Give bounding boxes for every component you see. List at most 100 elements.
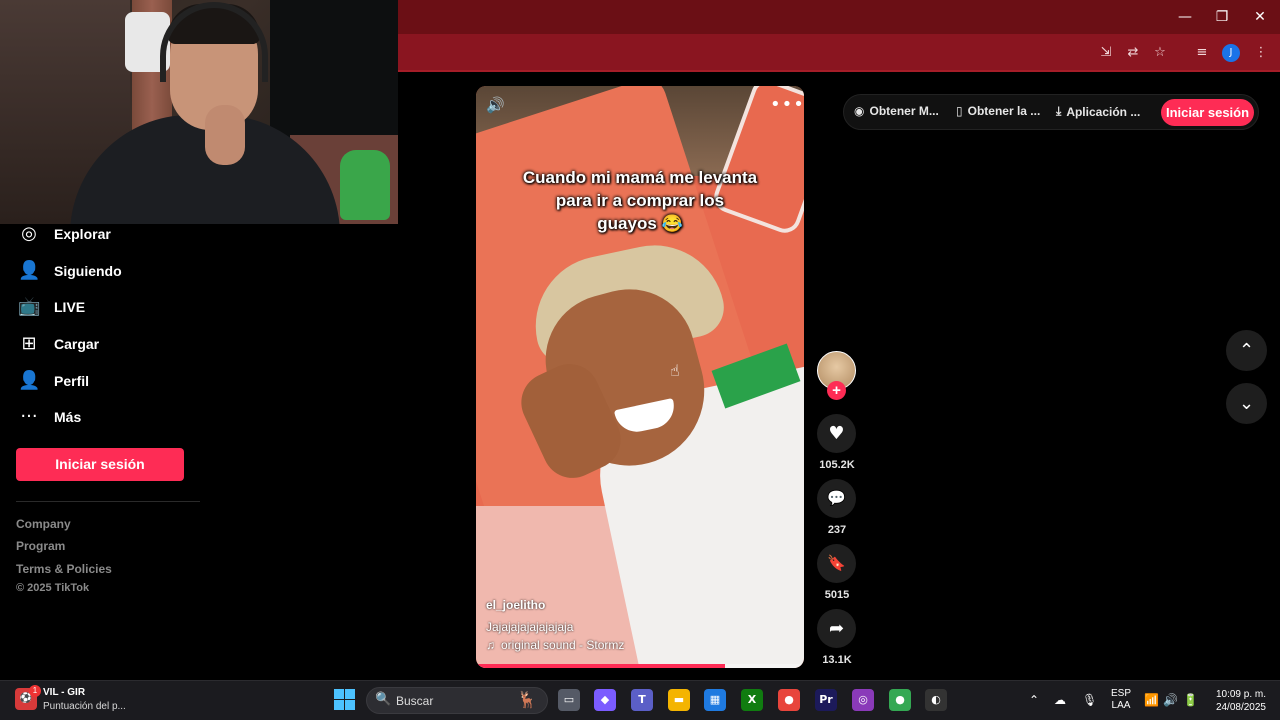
caption-line: para ir a comprar los bbox=[555, 191, 725, 210]
share-icon: ➦ bbox=[828, 618, 845, 639]
star-icon[interactable]: ☆ bbox=[1150, 44, 1170, 62]
heart-icon: ♥ bbox=[828, 423, 845, 444]
taskbar-clock[interactable]: 10:09 p. m. 24/08/2025 bbox=[1196, 688, 1266, 714]
wifi-icon[interactable]: 📶 bbox=[1144, 693, 1159, 707]
music-title: original sound - Stormz bbox=[501, 638, 625, 652]
more-dots-icon: ··· bbox=[20, 406, 38, 427]
chevron-down-icon: ⌄ bbox=[1238, 393, 1255, 414]
top-login-button[interactable]: Iniciar sesión bbox=[1161, 99, 1254, 126]
search-highlight-icon: 🦌 bbox=[517, 690, 537, 709]
store-icon[interactable]: ▦ bbox=[704, 689, 726, 711]
sound-icon[interactable]: 🔊 bbox=[486, 96, 508, 116]
comment-icon: 💬 bbox=[827, 489, 846, 507]
phone-icon: ▯ bbox=[956, 104, 963, 118]
next-video-button[interactable]: ⌄ bbox=[1226, 383, 1267, 424]
sidebar-item-label: Más bbox=[54, 409, 82, 425]
chrome-active-icon[interactable]: ● bbox=[889, 689, 911, 711]
webcam-overlay bbox=[0, 0, 398, 224]
video-progress-bar[interactable] bbox=[476, 664, 804, 668]
previous-video-button[interactable]: ⌃ bbox=[1226, 330, 1267, 371]
language-code: ESP bbox=[1110, 688, 1131, 699]
music-note-icon: ♫ bbox=[486, 638, 495, 652]
comment-count: 237 bbox=[827, 524, 847, 536]
chrome-icon[interactable]: ● bbox=[778, 689, 800, 711]
video-music[interactable]: ♫ original sound - Stormz bbox=[486, 638, 624, 652]
footer-link-program[interactable]: Program bbox=[16, 539, 65, 553]
task-view-icon[interactable]: ▭ bbox=[558, 689, 580, 711]
sidebar-item-label: LIVE bbox=[54, 299, 86, 315]
like-count: 105.2K bbox=[819, 459, 855, 471]
footer-link-terms[interactable]: Terms & Policies bbox=[16, 562, 112, 576]
copilot-icon[interactable]: ◆ bbox=[594, 689, 616, 711]
language-indicator[interactable]: ESP LAA bbox=[1110, 688, 1132, 712]
xbox-icon[interactable]: X bbox=[741, 689, 763, 711]
mouse-cursor: ☝ bbox=[670, 361, 680, 380]
file-explorer-icon[interactable]: ▬ bbox=[668, 689, 690, 711]
sidebar-item-live[interactable]: 📺 LIVE bbox=[18, 295, 85, 319]
keyboard-layout: LAA bbox=[1111, 700, 1131, 711]
premiere-icon[interactable]: Pr bbox=[815, 689, 837, 711]
sidebar-item-explorar[interactable]: ◎ Explorar bbox=[18, 222, 111, 246]
desktop-app-link[interactable]: ⤓ Aplicación ... bbox=[1056, 104, 1140, 119]
windows-start-icon[interactable] bbox=[334, 689, 356, 711]
media-control-icon[interactable]: ≡ bbox=[1192, 44, 1212, 62]
comment-button[interactable]: 💬 bbox=[817, 479, 856, 518]
minimize-button[interactable]: — bbox=[1174, 8, 1196, 26]
obs-icon[interactable]: ◐ bbox=[925, 689, 947, 711]
translate-icon[interactable]: ⇄ bbox=[1123, 44, 1143, 62]
live-tv-icon: 📺 bbox=[18, 296, 41, 317]
bookmark-icon: 🔖 bbox=[827, 554, 846, 572]
get-coins-link[interactable]: ◉ Obtener M... bbox=[854, 104, 939, 118]
get-app-link[interactable]: ▯ Obtener la ... bbox=[956, 104, 1040, 118]
download-icon: ⤓ bbox=[1056, 104, 1062, 118]
video-caption: Cuando mi mamá me levanta para ir a comp… bbox=[496, 166, 784, 235]
sidebar-item-mas[interactable]: ··· Más bbox=[18, 405, 81, 429]
video-description: Jajajajajajajajaja bbox=[486, 620, 574, 634]
onedrive-icon[interactable]: ☁ bbox=[1054, 693, 1066, 707]
sidebar-item-label: Perfil bbox=[54, 373, 90, 389]
widget-subtitle[interactable]: Puntuación del p... bbox=[43, 701, 126, 712]
tray-chevron-icon[interactable]: ⌃ bbox=[1029, 693, 1039, 707]
video-player[interactable]: Cuando mi mamá me levanta para ir a comp… bbox=[476, 86, 804, 668]
sidebar-login-button[interactable]: Iniciar sesión bbox=[16, 448, 184, 481]
volume-icon[interactable]: 🔊 bbox=[1163, 693, 1178, 707]
menu-icon[interactable]: ⋮ bbox=[1251, 44, 1271, 62]
install-app-icon[interactable]: ⇲ bbox=[1096, 44, 1116, 62]
search-placeholder: Buscar bbox=[396, 694, 434, 708]
widget-title[interactable]: VIL - GIR bbox=[43, 687, 85, 698]
sidebar-item-siguiendo[interactable]: 👤 Siguiendo bbox=[18, 259, 122, 283]
top-link-label: Obtener M... bbox=[869, 104, 939, 118]
widget-badge: 1 bbox=[29, 685, 41, 697]
like-button[interactable]: ♥ bbox=[817, 414, 856, 453]
top-link-label: Aplicación ... bbox=[1066, 104, 1141, 119]
top-link-label: Obtener la ... bbox=[967, 104, 1041, 118]
sidebar-divider bbox=[16, 501, 200, 502]
user-follow-icon: 👤 bbox=[18, 260, 41, 281]
clock-date: 24/08/2025 bbox=[1215, 702, 1266, 713]
clock-time: 10:09 p. m. bbox=[1215, 689, 1266, 700]
microphone-icon[interactable]: 🎙 bbox=[1082, 693, 1097, 707]
footer-copyright: © 2025 TikTok bbox=[16, 582, 90, 594]
chevron-up-icon: ⌃ bbox=[1238, 340, 1255, 361]
sidebar-item-label: Explorar bbox=[54, 226, 111, 242]
footer-link-company[interactable]: Company bbox=[16, 517, 71, 531]
follow-plus-icon[interactable]: + bbox=[827, 381, 846, 400]
sidebar-item-perfil[interactable]: 👤 Perfil bbox=[18, 369, 89, 393]
profile-icon[interactable]: J bbox=[1222, 44, 1240, 62]
caption-line: Cuando mi mamá me levanta bbox=[522, 168, 758, 187]
restore-button[interactable]: ❐ bbox=[1211, 8, 1233, 26]
more-options-icon[interactable]: ••• bbox=[770, 94, 804, 115]
save-button[interactable]: 🔖 bbox=[817, 544, 856, 583]
instagram-icon[interactable]: ◎ bbox=[852, 689, 874, 711]
compass-icon: ◎ bbox=[21, 223, 37, 244]
sidebar-item-cargar[interactable]: ⊞ Cargar bbox=[18, 332, 99, 356]
save-count: 5015 bbox=[824, 589, 850, 601]
person-icon: 👤 bbox=[18, 370, 41, 391]
close-window-button[interactable]: ✕ bbox=[1249, 8, 1271, 26]
coin-icon: ◉ bbox=[854, 104, 865, 118]
sidebar-item-label: Cargar bbox=[54, 336, 100, 352]
share-button[interactable]: ➦ bbox=[817, 609, 856, 648]
caption-line: guayos 😂 bbox=[597, 214, 683, 233]
teams-icon[interactable]: T bbox=[631, 689, 653, 711]
video-author[interactable]: el_joelitho bbox=[486, 598, 545, 612]
